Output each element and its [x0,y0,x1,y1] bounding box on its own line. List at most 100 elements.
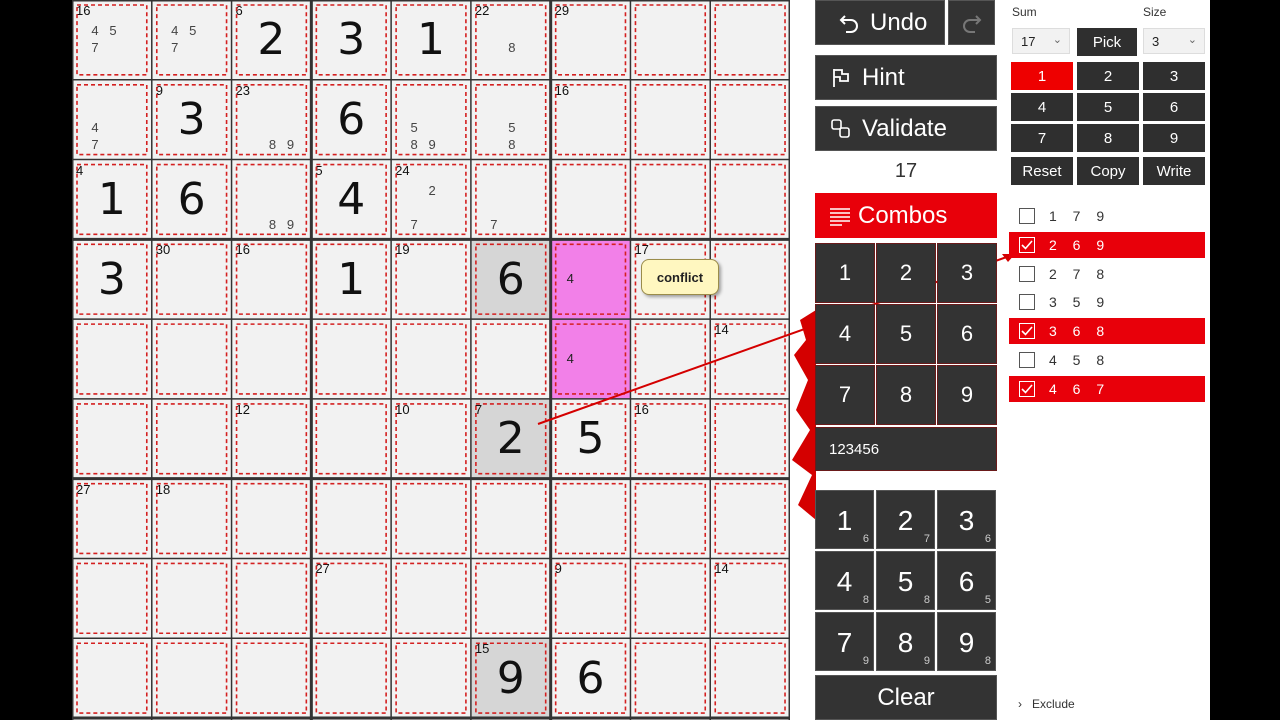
combo-row[interactable]: 4 6 7 [1009,375,1205,402]
value-key-count: 7 [923,533,930,545]
pick-button[interactable]: Pick [1077,28,1137,56]
write-button[interactable]: Write [1143,157,1205,185]
keypad-key-4[interactable]: 4 [815,304,875,364]
combo-digits: 3 5 9 [1049,294,1111,311]
checkbox[interactable] [1019,380,1035,397]
keypad-key-2[interactable]: 2 [876,243,936,303]
digit-button-8[interactable]: 8 [1077,124,1139,152]
validate-icon [831,118,850,138]
validate-button[interactable]: Validate [815,106,997,151]
lines-icon [830,207,850,226]
redo-icon [962,14,981,33]
reset-label: Reset [1022,162,1062,180]
chevron-right-icon: › [1018,697,1022,711]
validate-label: Validate [862,114,947,142]
value-key-count: 8 [923,594,930,606]
digit-button-7[interactable]: 7 [1011,124,1073,152]
undo-label: Undo [870,8,928,36]
keypad-key-9[interactable]: 9 [937,365,997,425]
undo-button[interactable]: Undo [815,0,945,45]
sum-select-value: 17 [1021,33,1036,49]
combo-digits: 3 6 8 [1049,323,1111,340]
chevron-down-icon: ⌄ [1187,34,1197,46]
copy-button[interactable]: Copy [1077,157,1139,185]
clear-label: Clear [877,683,935,711]
value-key-4[interactable]: 48 [815,551,874,610]
size-label: Size [1143,5,1167,19]
value-key-8[interactable]: 89 [876,612,935,671]
sum-select[interactable]: 17 ⌄ [1012,28,1070,54]
combo-row[interactable]: 3 6 8 [1009,318,1205,345]
keypad-key-3[interactable]: 3 [937,243,997,303]
hint-label: Hint [862,63,905,91]
keypad-entry[interactable]: 123456 [815,427,997,471]
sum-label: Sum [1012,5,1037,19]
combo-digits: 1 7 9 [1049,208,1111,224]
checkbox[interactable] [1019,265,1035,282]
checkmark-icon [1021,384,1033,394]
combo-row[interactable]: 2 7 8 [1009,261,1205,287]
hint-button[interactable]: Hint [815,55,997,100]
digit-button-9[interactable]: 9 [1143,124,1205,152]
red-brush-decoration [792,310,816,520]
digit-button-5[interactable]: 5 [1077,93,1139,121]
checkbox[interactable] [1019,236,1035,253]
checkbox[interactable] [1019,294,1035,311]
combo-digits: 2 6 9 [1049,236,1111,253]
combo-row[interactable]: 1 7 9 [1009,203,1205,229]
size-select-value: 3 [1152,33,1160,49]
combos-label: Combos [858,201,948,229]
undo-icon [839,14,858,33]
keypad-key-5[interactable]: 5 [876,304,936,364]
digit-button-1[interactable]: 1 [1011,62,1073,90]
checkbox[interactable] [1019,323,1035,340]
clear-button[interactable]: Clear [815,675,997,720]
keypad-key-1[interactable]: 1 [815,243,875,303]
keypad-key-6[interactable]: 6 [937,304,997,364]
digit-button-3[interactable]: 3 [1143,62,1205,90]
combo-row[interactable]: 4 5 8 [1009,347,1205,373]
keypad-entry-text: 123456 [829,440,880,458]
current-sum-display: 17 [894,160,918,182]
digit-button-6[interactable]: 6 [1143,93,1205,121]
chevron-down-icon: ⌄ [1052,34,1062,46]
keypad-key-7[interactable]: 7 [815,365,875,425]
copy-label: Copy [1090,162,1126,180]
checkbox[interactable] [1019,208,1035,224]
exclude-toggle[interactable]: › Exclude [1018,697,1075,711]
value-key-6[interactable]: 65 [937,551,996,610]
checkbox[interactable] [1019,352,1035,368]
value-key-2[interactable]: 27 [876,490,935,549]
combo-digits: 4 5 8 [1049,352,1111,368]
value-key-count: 6 [984,533,991,545]
killer-sudoku-app: 16 4 5 7 4 5 7 6 2 3 1 22 8 29 4 7 9 3 23 8 9 6 5 8 9 5 8 16 4 1 6 8 9 5 4… [72,0,1210,720]
combo-digits: 2 7 8 [1049,265,1111,282]
combo-row[interactable]: 3 5 9 [1009,289,1205,315]
value-key-3[interactable]: 36 [937,490,996,549]
value-key-7[interactable]: 79 [815,612,874,671]
keypad-key-8[interactable]: 8 [876,365,936,425]
digit-button-4[interactable]: 4 [1011,93,1073,121]
exclude-label: Exclude [1032,697,1075,711]
value-key-count: 8 [984,655,991,667]
pick-label: Pick [1092,33,1122,51]
digit-button-2[interactable]: 2 [1077,62,1139,90]
value-key-5[interactable]: 58 [876,551,935,610]
flag-icon [833,68,849,87]
value-key-count: 6 [862,533,869,545]
value-key-1[interactable]: 16 [815,490,874,549]
value-key-count: 8 [862,594,869,606]
value-key-count: 5 [984,594,991,606]
reset-button[interactable]: Reset [1011,157,1073,185]
write-label: Write [1156,162,1192,180]
checkmark-icon [1021,326,1033,336]
checkmark-icon [1021,240,1033,250]
value-key-count: 9 [923,655,930,667]
combo-digits: 4 6 7 [1049,380,1111,397]
size-select[interactable]: 3 ⌄ [1143,28,1205,54]
value-key-count: 9 [862,655,869,667]
combo-row[interactable]: 2 6 9 [1009,231,1205,258]
value-key-9[interactable]: 98 [937,612,996,671]
redo-button[interactable] [948,0,995,45]
combos-button[interactable]: Combos [815,193,997,238]
